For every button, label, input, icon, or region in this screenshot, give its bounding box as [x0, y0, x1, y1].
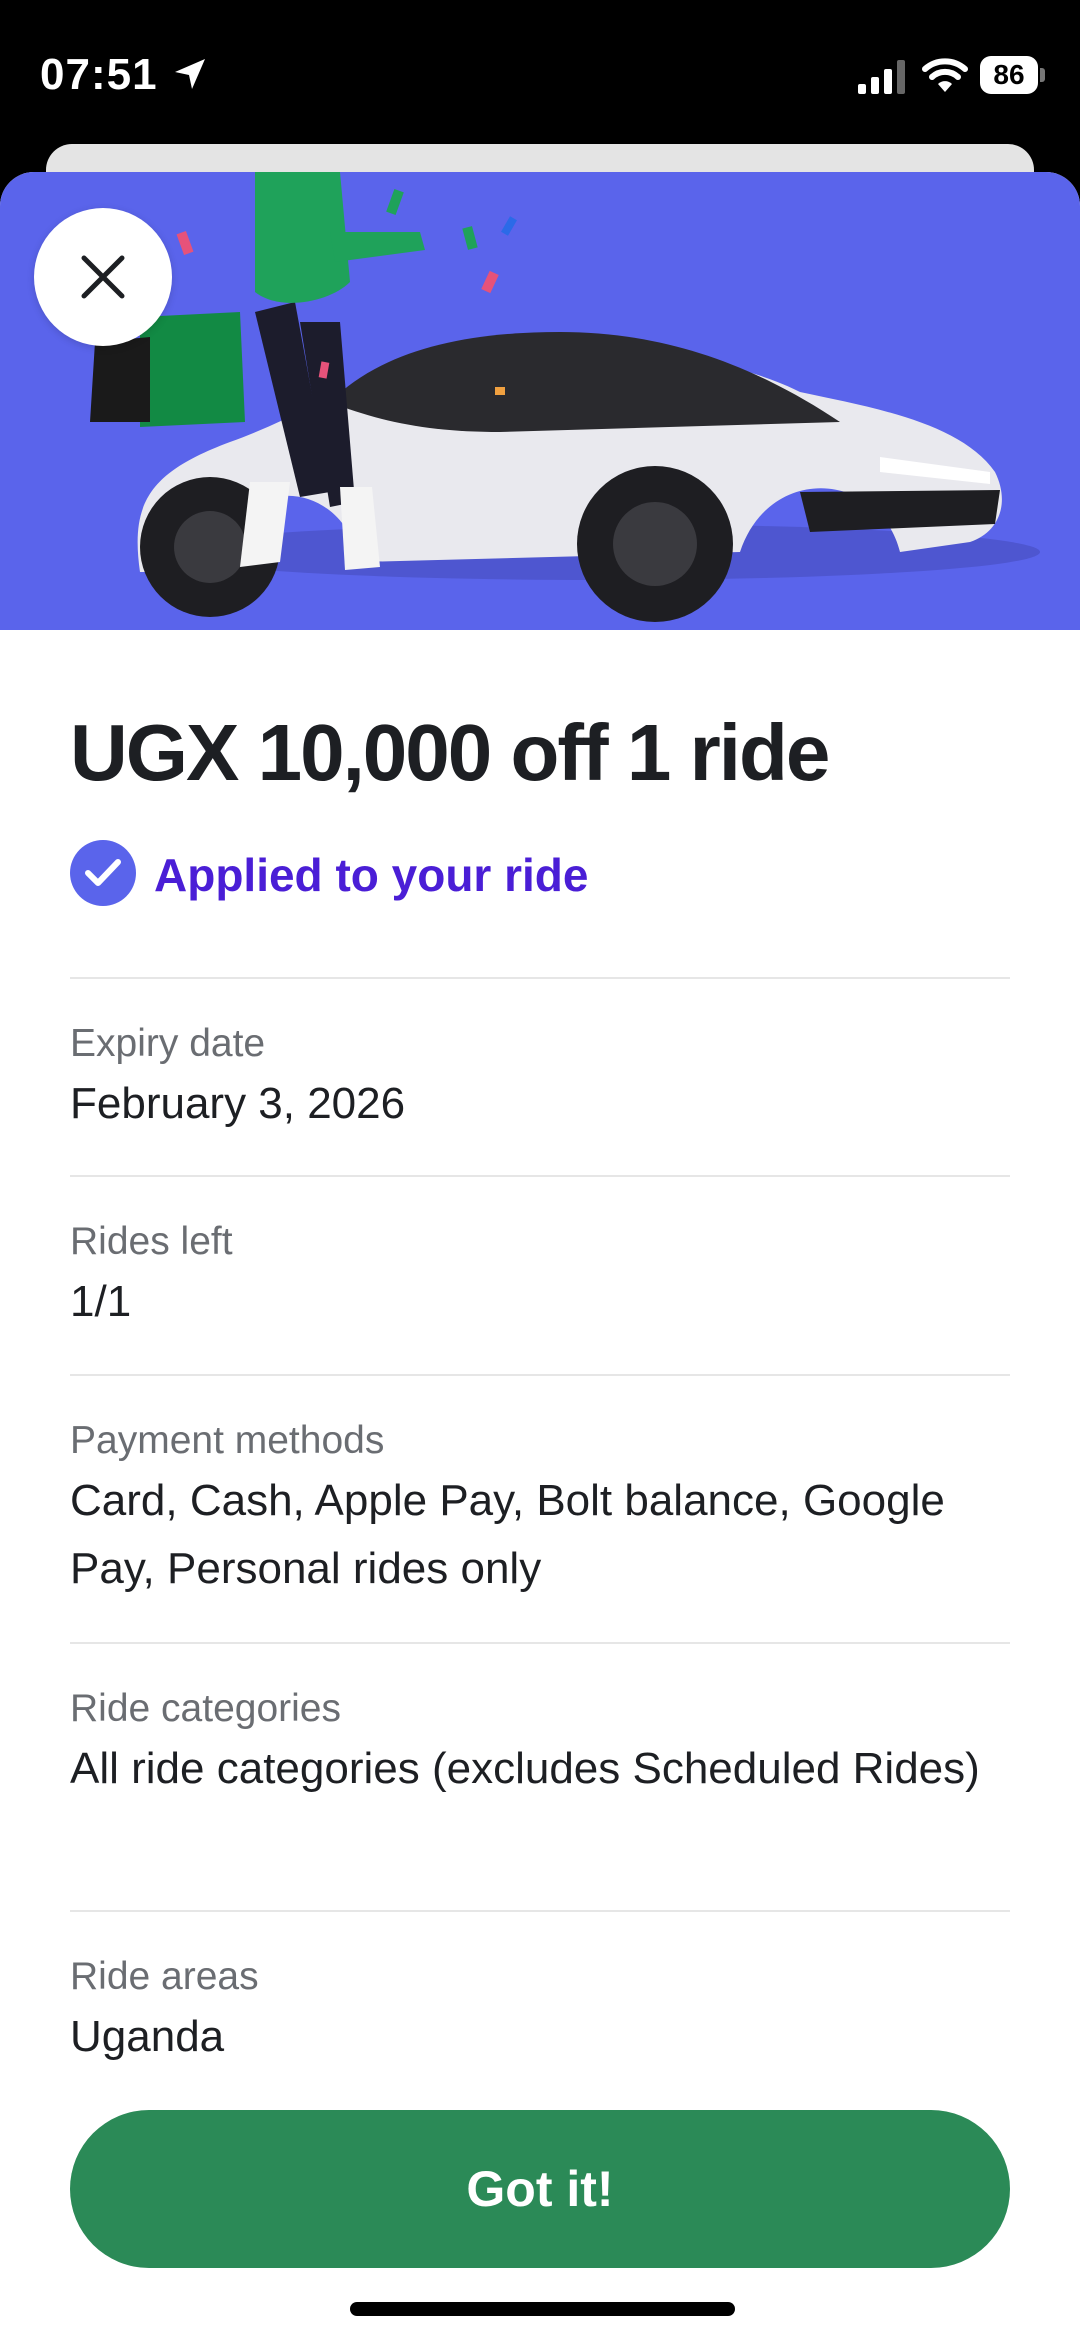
promo-hero-banner [0, 172, 1080, 630]
expiry-date-value: February 3, 2026 [70, 1079, 406, 1128]
applied-label: Applied to your ride [154, 849, 589, 901]
battery-indicator: 86 [980, 56, 1046, 94]
promo-title: UGX 10,000 off 1 ride [70, 708, 830, 797]
close-button[interactable] [34, 208, 172, 346]
wifi-icon [922, 58, 968, 92]
expiry-date-label: Expiry date [70, 1022, 266, 1065]
payment-methods-label: Payment methods [70, 1419, 385, 1462]
status-bar: 07:51 86 [0, 0, 1080, 150]
divider [70, 1910, 1010, 1912]
divider [70, 1642, 1010, 1644]
check-icon [70, 840, 136, 906]
rides-left-label: Rides left [70, 1220, 233, 1263]
battery-level: 86 [980, 56, 1038, 94]
ride-areas-value: Uganda [70, 2012, 225, 2061]
home-indicator [350, 2302, 735, 2316]
divider [70, 1175, 1010, 1177]
location-arrow-icon [175, 59, 205, 89]
battery-cap [1040, 68, 1045, 82]
divider [70, 977, 1010, 979]
cellular-signal-icon [858, 60, 905, 94]
divider [70, 1374, 1010, 1376]
ride-areas-label: Ride areas [70, 1955, 259, 1998]
rides-left-value: 1/1 [70, 1277, 132, 1326]
got-it-button[interactable]: Got it! [70, 2110, 1010, 2268]
promo-detail-sheet: UGX 10,000 off 1 ride Applied to your ri… [0, 172, 1080, 2339]
status-time: 07:51 [40, 50, 158, 99]
close-icon [81, 255, 125, 299]
ride-categories-value: All ride categories (excludes Scheduled … [70, 1744, 980, 1793]
payment-methods-value: Card, Cash, Apple Pay, Bolt balance, Goo… [70, 1476, 945, 1593]
ride-categories-label: Ride categories [70, 1687, 341, 1730]
